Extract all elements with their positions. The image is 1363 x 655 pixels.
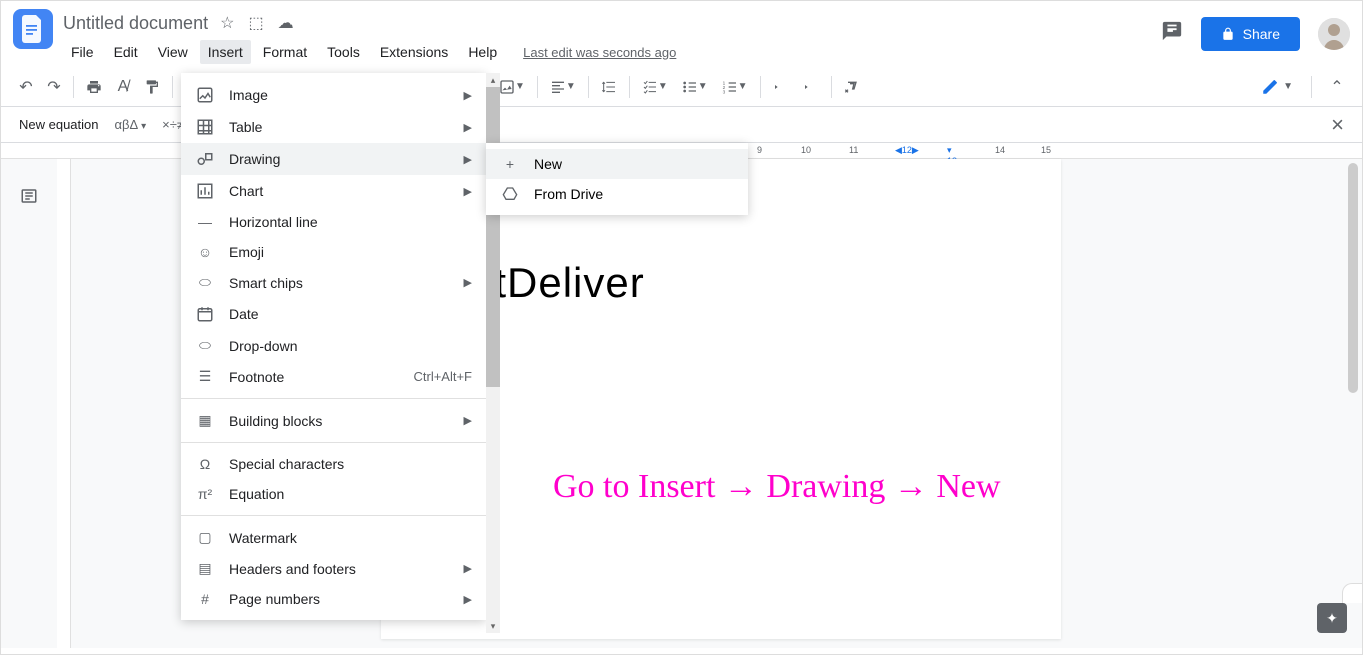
insert-special-chars[interactable]: ΩSpecial characters bbox=[181, 449, 486, 479]
redo-icon[interactable]: ↷ bbox=[41, 72, 67, 102]
bullet-list-button[interactable]: ▼ bbox=[676, 74, 714, 100]
star-icon[interactable]: ☆ bbox=[220, 13, 234, 33]
close-equation-bar[interactable]: × bbox=[1331, 112, 1344, 138]
move-icon[interactable]: ⬚ bbox=[248, 13, 263, 33]
insert-date[interactable]: Date bbox=[181, 298, 486, 330]
insert-table[interactable]: Table▶ bbox=[181, 111, 486, 143]
insert-emoji[interactable]: ☺Emoji bbox=[181, 237, 486, 267]
indent-decrease-button[interactable] bbox=[767, 74, 795, 100]
insert-watermark[interactable]: ▢Watermark bbox=[181, 522, 486, 553]
insert-building-blocks[interactable]: ▦Building blocks▶ bbox=[181, 405, 486, 436]
corner-widget bbox=[1342, 583, 1362, 603]
insert-hline[interactable]: ―Horizontal line bbox=[181, 207, 486, 237]
insert-dropdown[interactable]: ⬭Drop-down bbox=[181, 330, 486, 361]
explore-button[interactable]: ✦ bbox=[1317, 603, 1347, 633]
comment-history-icon[interactable] bbox=[1161, 20, 1183, 48]
menu-bar: File Edit View Insert Format Tools Exten… bbox=[63, 37, 1151, 67]
outline-toggle-icon[interactable] bbox=[20, 187, 38, 648]
user-avatar[interactable] bbox=[1318, 18, 1350, 50]
insert-image[interactable]: Image▶ bbox=[181, 79, 486, 111]
share-label: Share bbox=[1243, 26, 1280, 42]
cloud-icon[interactable]: ☁ bbox=[278, 13, 294, 33]
drawing-submenu: + New From Drive bbox=[486, 143, 748, 215]
insert-headers-footers[interactable]: ▤Headers and footers▶ bbox=[181, 553, 486, 584]
insert-smartchips[interactable]: ⬭Smart chips▶ bbox=[181, 267, 486, 298]
header: Untitled document ☆ ⬚ ☁ File Edit View I… bbox=[1, 1, 1362, 67]
undo-icon[interactable]: ↶ bbox=[13, 72, 39, 102]
scrollbar[interactable] bbox=[1346, 143, 1360, 648]
docs-logo[interactable] bbox=[13, 9, 53, 49]
insert-dropdown-menu: Image▶ Table▶ Drawing▶ Chart▶ ―Horizonta… bbox=[181, 73, 486, 620]
vertical-ruler[interactable] bbox=[57, 159, 71, 648]
menu-file[interactable]: File bbox=[63, 40, 102, 64]
drawing-from-drive[interactable]: From Drive bbox=[486, 179, 748, 209]
clear-format-button[interactable] bbox=[838, 74, 866, 100]
plus-icon: + bbox=[500, 156, 520, 172]
insert-footnote[interactable]: ☰FootnoteCtrl+Alt+F bbox=[181, 361, 486, 392]
collapse-toolbar-icon[interactable]: ⌃ bbox=[1324, 72, 1350, 102]
menu-tools[interactable]: Tools bbox=[319, 40, 368, 64]
menu-edit[interactable]: Edit bbox=[106, 40, 146, 64]
menu-insert[interactable]: Insert bbox=[200, 40, 251, 64]
paint-format-icon[interactable] bbox=[138, 74, 166, 100]
drive-icon bbox=[500, 186, 520, 202]
insert-drawing[interactable]: Drawing▶ bbox=[181, 143, 486, 175]
line-spacing-button[interactable] bbox=[595, 74, 623, 100]
print-icon[interactable] bbox=[80, 74, 108, 100]
share-button[interactable]: Share bbox=[1201, 17, 1300, 51]
insert-chart[interactable]: Chart▶ bbox=[181, 175, 486, 207]
checklist-button[interactable]: ▼ bbox=[636, 74, 674, 100]
editing-mode-button[interactable]: ▼ bbox=[1255, 73, 1299, 101]
spellcheck-icon[interactable]: A̸ bbox=[110, 73, 136, 101]
document-title[interactable]: Untitled document bbox=[63, 13, 208, 34]
numbered-list-button[interactable]: 123▼ bbox=[716, 74, 754, 100]
menu-help[interactable]: Help bbox=[460, 40, 505, 64]
drawing-new[interactable]: + New bbox=[486, 149, 748, 179]
menu-format[interactable]: Format bbox=[255, 40, 315, 64]
greek-letters[interactable]: αβΔ ▾ bbox=[115, 117, 147, 132]
insert-equation[interactable]: π²Equation bbox=[181, 479, 486, 509]
menu-view[interactable]: View bbox=[150, 40, 196, 64]
insert-page-numbers[interactable]: #Page numbers▶ bbox=[181, 584, 486, 614]
indent-increase-button[interactable] bbox=[797, 74, 825, 100]
svg-text:3: 3 bbox=[722, 89, 725, 94]
menu-extensions[interactable]: Extensions bbox=[372, 40, 456, 64]
align-button[interactable]: ▼ bbox=[544, 74, 582, 100]
last-edit-link[interactable]: Last edit was seconds ago bbox=[523, 45, 676, 60]
tutorial-annotation: Go to Insert → Drawing → New bbox=[553, 468, 1001, 506]
new-equation-button[interactable]: New equation bbox=[19, 117, 99, 132]
